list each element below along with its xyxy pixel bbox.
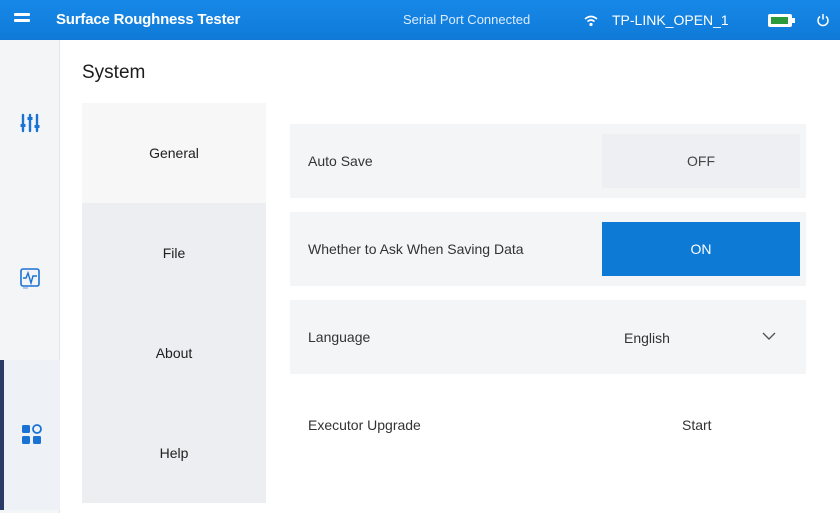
page-title: System [82, 62, 146, 83]
battery-icon [768, 14, 795, 27]
ask-when-saving-label: Whether to Ask When Saving Data [308, 241, 524, 257]
ask-when-saving-row: Whether to Ask When Saving Data ON [290, 212, 806, 286]
auto-save-value: OFF [687, 153, 715, 169]
rail-item-system[interactable] [0, 360, 60, 510]
executor-upgrade-label: Executor Upgrade [308, 417, 421, 433]
language-row: Language English [290, 300, 806, 374]
executor-upgrade-row: Executor Upgrade Start [290, 388, 806, 462]
ask-when-saving-value: ON [690, 241, 712, 257]
subnav-item-general[interactable]: General [82, 103, 266, 203]
auto-save-toggle[interactable]: OFF [602, 134, 800, 188]
wifi-icon [584, 15, 598, 27]
sliders-icon [20, 113, 40, 133]
executor-upgrade-start-button[interactable]: Start [682, 417, 712, 433]
grid-apps-icon [22, 424, 42, 444]
chevron-down-icon[interactable] [762, 332, 776, 341]
title-bar: Surface Roughness Tester Serial Port Con… [0, 0, 840, 40]
subnav-item-about[interactable]: About [82, 303, 266, 403]
auto-save-label: Auto Save [308, 153, 373, 169]
subnav-item-help[interactable]: Help [82, 403, 266, 503]
language-select[interactable]: English [624, 330, 670, 346]
language-label: Language [308, 329, 371, 345]
settings-subnav: General File About Help [82, 103, 266, 503]
ask-when-saving-toggle[interactable]: ON [602, 222, 800, 276]
network-name: TP-LINK_OPEN_1 [612, 12, 729, 28]
serial-port-status: Serial Port Connected [403, 12, 531, 27]
waveform-icon [20, 268, 40, 289]
icon-rail [0, 40, 60, 513]
power-icon[interactable] [816, 13, 830, 27]
auto-save-row: Auto Save OFF [290, 124, 806, 198]
app-title: Surface Roughness Tester [56, 11, 241, 28]
rail-item-measurement[interactable] [0, 204, 60, 354]
subnav-item-file[interactable]: File [82, 203, 266, 303]
rail-item-parameters[interactable] [0, 48, 60, 198]
menu-icon[interactable] [14, 13, 30, 27]
